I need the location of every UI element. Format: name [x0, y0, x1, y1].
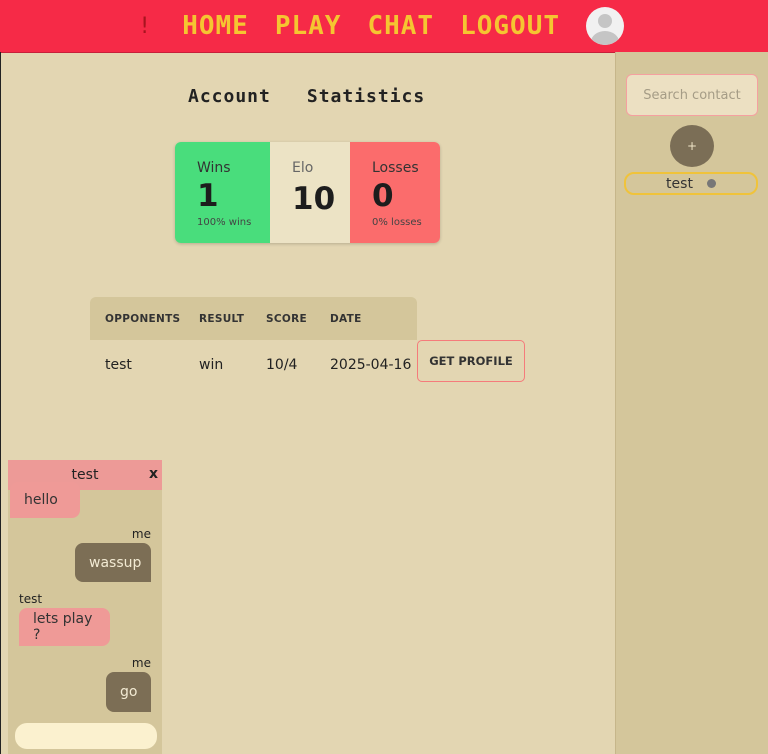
- wins-card: Wins 1 100% wins: [175, 142, 270, 243]
- message-text: wassup: [89, 554, 142, 571]
- top-navbar: ! HOME PLAY CHAT LOGOUT: [0, 0, 768, 53]
- table-row: test win 10/4 2025-04-16: [90, 340, 417, 390]
- contact-item[interactable]: test: [624, 172, 758, 195]
- avatar-body-shape: [591, 31, 620, 45]
- user-avatar[interactable]: [586, 7, 625, 45]
- alert-indicator[interactable]: !: [138, 14, 152, 39]
- message-sender: test: [19, 592, 43, 606]
- chat-message: lets play ?: [19, 608, 110, 646]
- add-contact-button[interactable]: +: [670, 125, 714, 167]
- wins-label: Wins: [197, 160, 231, 176]
- message-sender: me: [131, 527, 151, 541]
- stats-summary: Wins 1 100% wins Elo 10 Losses 0 0% loss…: [175, 142, 440, 243]
- cell-opponent: test: [105, 357, 132, 373]
- close-icon[interactable]: x: [149, 466, 158, 482]
- cell-date: 2025-04-16: [330, 357, 412, 373]
- header-date: DATE: [330, 312, 362, 325]
- nav-chat-link[interactable]: CHAT: [367, 11, 434, 41]
- avatar-head-shape: [598, 14, 613, 28]
- nav-play-link[interactable]: PLAY: [275, 11, 342, 41]
- header-opponents: OPPONENTS: [105, 312, 181, 325]
- message-sender: me: [131, 656, 151, 670]
- status-dot-icon: [706, 179, 716, 188]
- header-result: RESULT: [199, 312, 245, 325]
- table-header: OPPONENTS RESULT SCORE DATE: [90, 297, 417, 340]
- contact-name: test: [666, 175, 693, 192]
- nav-logout-link[interactable]: LOGOUT: [460, 11, 560, 41]
- cell-result: win: [199, 357, 224, 373]
- chat-message: hello: [10, 482, 80, 518]
- left-border: [0, 52, 1, 754]
- cell-score: 10/4: [266, 357, 298, 373]
- contacts-sidebar: + test: [615, 52, 768, 754]
- get-profile-button[interactable]: GET PROFILE: [417, 340, 525, 382]
- message-text: lets play ?: [33, 611, 93, 643]
- elo-value: 10: [292, 181, 336, 217]
- header-score: SCORE: [266, 312, 307, 325]
- message-text: go: [120, 684, 138, 700]
- losses-card: Losses 0 0% losses: [350, 142, 440, 243]
- chat-message-input[interactable]: [15, 723, 157, 749]
- tab-account[interactable]: Account: [188, 86, 271, 107]
- losses-label: Losses: [372, 160, 419, 176]
- losses-percent: 0% losses: [372, 217, 422, 228]
- profile-tabs: Account Statistics: [188, 86, 425, 107]
- chat-window: test x hello me wassup test lets play ? …: [8, 460, 162, 754]
- nav-home-link[interactable]: HOME: [182, 11, 249, 41]
- wins-value: 1: [197, 178, 219, 214]
- match-history-table: OPPONENTS RESULT SCORE DATE test win 10/…: [90, 297, 417, 390]
- tab-statistics[interactable]: Statistics: [307, 86, 425, 107]
- elo-card: Elo 10: [270, 142, 350, 243]
- losses-value: 0: [372, 178, 394, 214]
- nav-menu: ! HOME PLAY CHAT LOGOUT: [138, 7, 625, 45]
- wins-percent: 100% wins: [197, 217, 252, 228]
- chat-message: wassup: [75, 543, 151, 582]
- chat-title: test: [71, 467, 99, 483]
- search-contact-input[interactable]: [626, 74, 758, 116]
- chat-message: go: [106, 672, 151, 712]
- elo-label: Elo: [292, 160, 314, 176]
- message-text: hello: [24, 492, 58, 508]
